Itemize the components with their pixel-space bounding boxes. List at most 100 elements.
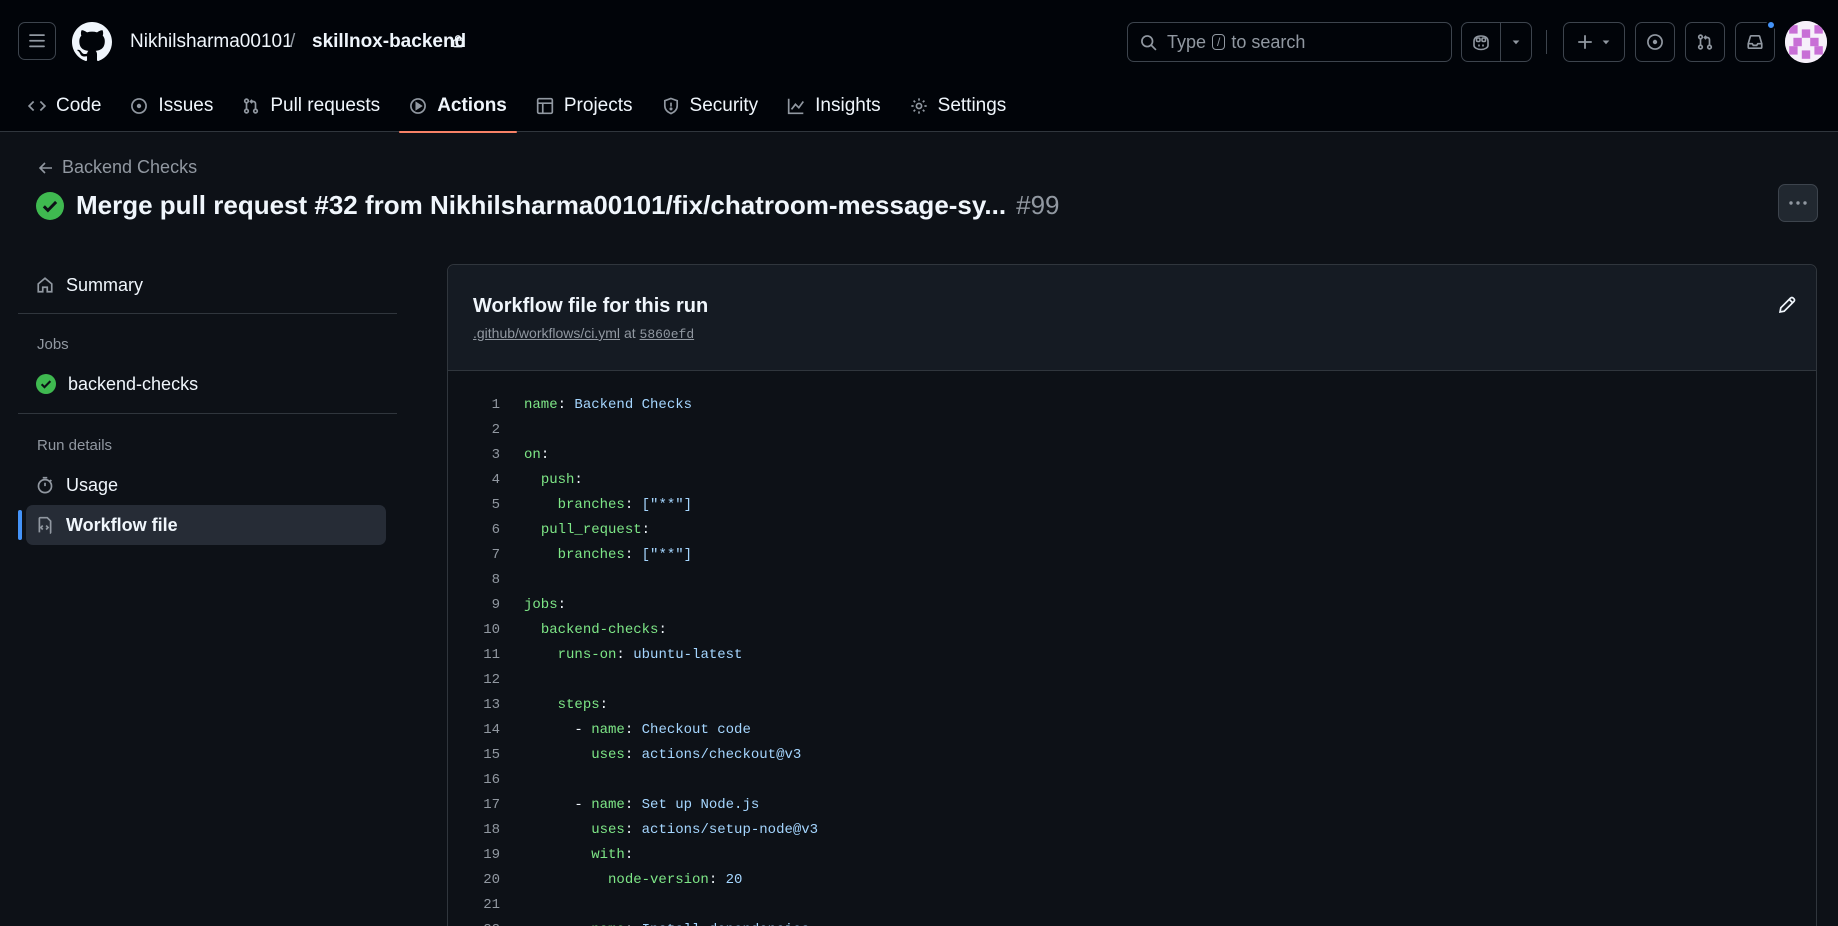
inbox-icon	[1747, 34, 1763, 50]
yaml-key: backend-checks	[540, 622, 659, 638]
code-icon	[28, 100, 46, 112]
code-line: 4 push:	[448, 468, 1816, 493]
back-link-label: Backend Checks	[62, 157, 198, 177]
code-text: runs-on: ubuntu-latest	[557, 647, 743, 663]
line-number: 3	[491, 447, 500, 463]
copilot-button[interactable]	[1461, 22, 1501, 62]
line-number: 4	[491, 472, 500, 488]
tab-label: Projects	[563, 95, 633, 116]
lock-icon	[452, 35, 464, 48]
tab-pull-requests[interactable]: Pull requests	[232, 86, 390, 126]
sidebar-item-usage[interactable]: Usage	[26, 465, 386, 505]
arrow-left-icon	[38, 161, 52, 174]
hamburger-menu-button[interactable]	[18, 22, 56, 60]
code-text: pull_request:	[540, 522, 651, 538]
yaml-key: uses	[591, 822, 625, 838]
tab-label: Pull requests	[270, 95, 381, 116]
github-logo-icon[interactable]	[72, 22, 112, 62]
sidebar-divider	[18, 313, 397, 314]
more-options-button[interactable]	[1778, 184, 1818, 222]
tab-projects[interactable]: Projects	[526, 86, 643, 126]
sidebar-item-label: backend-checks	[68, 373, 199, 394]
top-bar: Nikhilsharma00101 / skillnox-backend Typ…	[0, 0, 1838, 84]
code-line: 12	[448, 668, 1816, 693]
line-number: 13	[483, 697, 500, 713]
yaml-value: ubuntu-latest	[633, 647, 743, 663]
yaml-key: jobs	[524, 597, 558, 613]
workflow-file-path-link[interactable]: .github/workflows/ci.yml	[473, 325, 620, 341]
tab-code[interactable]: Code	[18, 86, 111, 126]
kebab-horizontal-icon	[1789, 201, 1807, 205]
yaml-key: pull_request	[540, 522, 642, 538]
search-shortcut-key: /	[1212, 34, 1226, 50]
breadcrumb-owner[interactable]: Nikhilsharma00101	[130, 31, 293, 53]
tab-actions[interactable]: Actions	[399, 86, 517, 133]
triangle-down-icon	[1602, 40, 1610, 45]
line-number: 21	[483, 897, 500, 913]
tab-insights[interactable]: Insights	[777, 86, 890, 126]
line-number: 17	[483, 797, 500, 813]
check-circle-fill-icon	[36, 191, 64, 220]
workflow-code-view: 1 name: Backend Checks 2 3 on: 4 push: 5 branc…	[448, 393, 1816, 926]
line-number: 10	[483, 622, 500, 638]
issue-opened-icon	[131, 98, 148, 114]
workflow-file-header: Workflow file for this run .github/workf…	[448, 265, 1816, 371]
line-number: 18	[483, 822, 500, 838]
tab-settings[interactable]: Settings	[900, 86, 1017, 126]
yaml-value: ["**"]	[641, 547, 693, 563]
pull-request-icon	[244, 98, 259, 114]
yaml-key: steps	[557, 697, 600, 713]
code-text: branches: ["**"]	[557, 547, 693, 563]
file-code-icon	[38, 516, 52, 534]
line-number: 7	[491, 547, 500, 563]
your-issues-button[interactable]	[1635, 22, 1675, 62]
code-text: jobs:	[524, 597, 567, 613]
code-line: 14 - name: Checkout code	[448, 718, 1816, 743]
copilot-icon	[1473, 35, 1489, 51]
sidebar-item-workflow-file[interactable]: Workflow file	[26, 505, 386, 545]
yaml-value: Checkout code	[641, 722, 751, 738]
code-line: 7 branches: ["**"]	[448, 543, 1816, 568]
triangle-down-icon	[1512, 40, 1520, 45]
yaml-key: node-version	[608, 872, 709, 888]
tab-label: Security	[689, 95, 759, 116]
code-line: 6 pull_request:	[448, 518, 1816, 543]
commit-sha-link[interactable]: 5860efd	[640, 327, 695, 342]
gear-icon	[910, 98, 927, 114]
code-text: uses: actions/checkout@v3	[591, 747, 802, 763]
code-line: 16	[448, 768, 1816, 793]
line-number: 20	[483, 872, 500, 888]
yaml-key: on	[524, 447, 541, 463]
yaml-value: 20	[725, 872, 743, 888]
search-input[interactable]: Type / to search	[1127, 22, 1452, 62]
sidebar-item-job[interactable]: backend-checks	[26, 364, 386, 404]
home-icon	[37, 277, 53, 293]
yaml-key: name	[591, 797, 625, 813]
back-to-workflow-link[interactable]: Backend Checks	[38, 157, 197, 178]
tab-security[interactable]: Security	[652, 86, 769, 126]
create-new-button[interactable]	[1563, 22, 1625, 62]
page-title: Merge pull request #32 from Nikhilsharma…	[36, 190, 1060, 221]
avatar[interactable]	[1785, 21, 1827, 63]
code-text: - name: Checkout code	[524, 722, 751, 738]
tab-issues[interactable]: Issues	[120, 86, 223, 126]
yaml-value: Backend Checks	[574, 397, 693, 413]
code-text: push:	[540, 472, 583, 488]
edit-workflow-button[interactable]	[1775, 293, 1799, 317]
sidebar-item-summary[interactable]: Summary	[26, 265, 386, 305]
line-number: 6	[491, 522, 500, 538]
yaml-key: branches	[557, 497, 625, 513]
your-pull-requests-button[interactable]	[1685, 22, 1725, 62]
graph-icon	[788, 98, 805, 115]
code-text: node-version: 20	[608, 872, 743, 888]
copilot-dropdown-button[interactable]	[1500, 22, 1532, 62]
repo-nav-tabs: Code Issues Pull requests Actions Projec…	[18, 84, 1025, 133]
search-prefix: Type	[1167, 31, 1207, 52]
line-number: 11	[483, 647, 500, 663]
line-number: 15	[483, 747, 500, 763]
code-line: 19 with:	[448, 843, 1816, 868]
code-line: 21	[448, 893, 1816, 918]
code-text: backend-checks:	[540, 622, 667, 638]
breadcrumb-repo[interactable]: skillnox-backend	[312, 31, 466, 53]
yaml-value: Install dependencies	[642, 922, 810, 926]
